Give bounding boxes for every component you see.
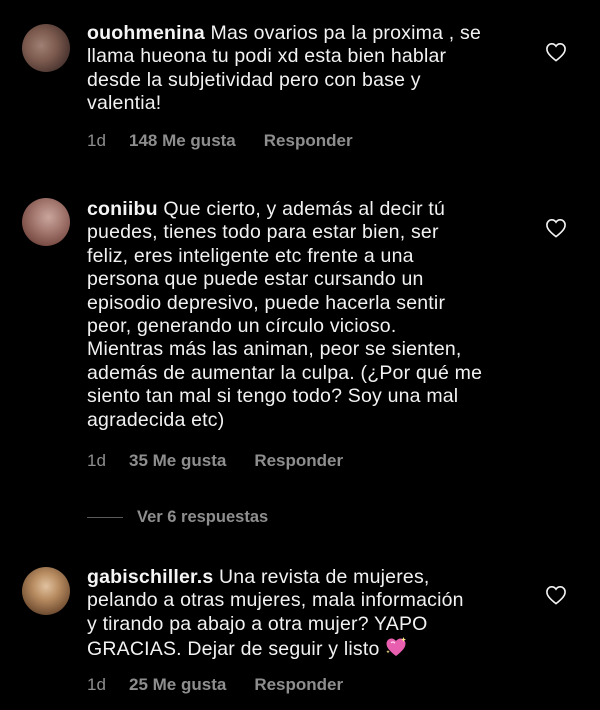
likes-count[interactable]: 35 Me gusta (129, 451, 226, 471)
comment-age: 1d (87, 675, 106, 694)
avatar[interactable] (22, 567, 70, 615)
comment-age: 1d (87, 451, 106, 470)
like-heart-icon[interactable] (545, 585, 567, 605)
comment-username[interactable]: coniibu (87, 198, 158, 220)
view-replies-button[interactable]: Ver 6 respuestas (87, 508, 268, 527)
view-replies-label: Ver 6 respuestas (137, 508, 269, 526)
reply-button[interactable]: Responder (254, 451, 343, 471)
comment-meta: 1d 148 Me gusta Responder (87, 131, 353, 151)
likes-count[interactable]: 148 Me gusta (129, 131, 236, 151)
comment-text: gabischiller.s Una revista de mujeres, p… (87, 566, 527, 662)
reply-button[interactable]: Responder (254, 675, 343, 695)
avatar[interactable] (22, 24, 70, 72)
like-heart-icon[interactable] (545, 42, 567, 62)
like-heart-icon[interactable] (545, 218, 567, 238)
comment-text: coniibu Que cierto, y además al decir tú… (87, 198, 527, 432)
comment-body: Que cierto, y además al decir tú puedes,… (87, 198, 483, 431)
likes-count[interactable]: 25 Me gusta (129, 675, 226, 695)
comment-age: 1d (87, 131, 106, 150)
comment-meta: 1d 35 Me gusta Responder (87, 451, 343, 471)
sparkling-heart-icon (385, 637, 406, 657)
reply-button[interactable]: Responder (264, 131, 353, 151)
avatar[interactable] (22, 198, 70, 246)
comment-text: ouohmenina Mas ovarios pa la proxima , s… (87, 22, 527, 116)
comment-meta: 1d 25 Me gusta Responder (87, 675, 343, 695)
comment-username[interactable]: gabischiller.s (87, 566, 213, 588)
comment-username[interactable]: ouohmenina (87, 22, 205, 44)
replies-divider-line (87, 517, 123, 518)
